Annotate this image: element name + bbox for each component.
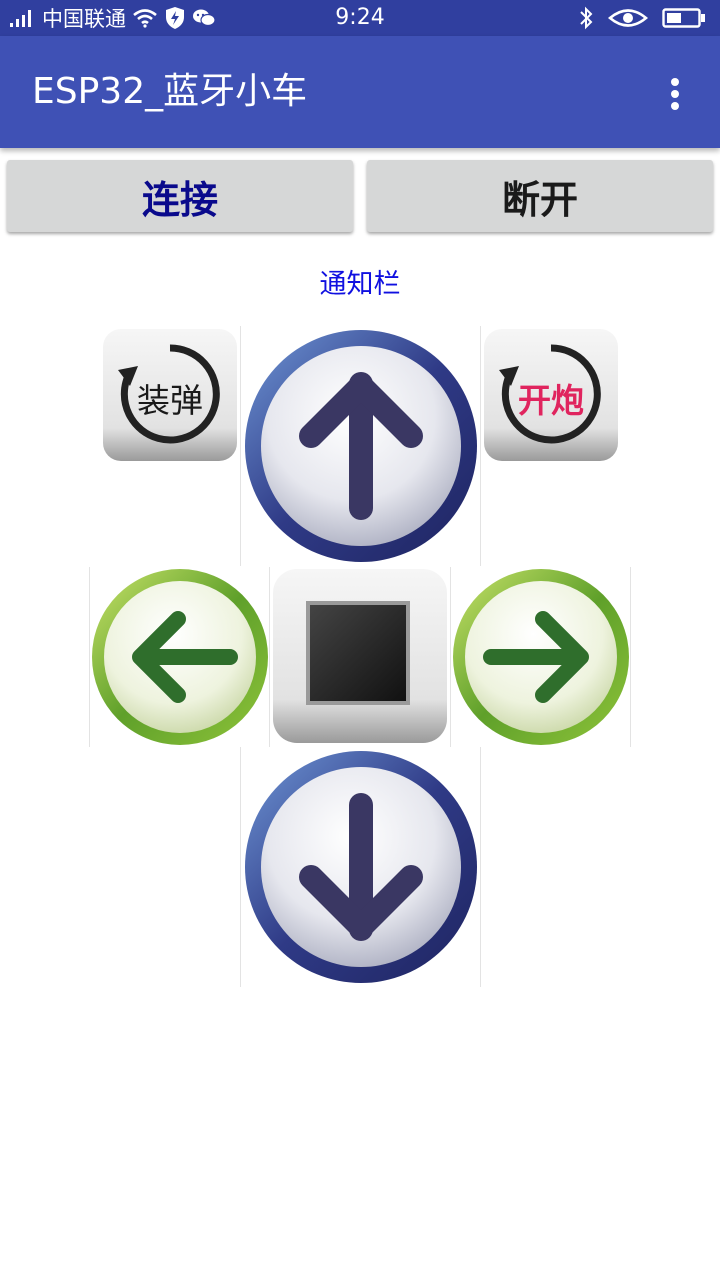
arrow-down-icon [245, 751, 477, 983]
disconnect-button[interactable]: 断开 [367, 160, 713, 232]
down-button[interactable] [240, 747, 481, 987]
load-button[interactable]: 装弹 [100, 326, 240, 466]
app-title: ESP32_蓝牙小车 [32, 71, 308, 112]
arrow-up-icon [245, 330, 477, 562]
left-button[interactable] [89, 567, 270, 747]
up-button[interactable] [240, 326, 481, 566]
bluetooth-icon [580, 6, 593, 30]
notification-bar: 通知栏 [319, 269, 401, 300]
eye-icon [608, 9, 648, 27]
fire-label: 开炮 [518, 381, 584, 420]
arrow-right-icon [453, 569, 629, 745]
app-bar: ESP32_蓝牙小车 [0, 36, 720, 148]
connect-button[interactable]: 连接 [7, 160, 353, 232]
battery-icon [662, 8, 705, 28]
fire-button[interactable]: 开炮 [481, 326, 621, 466]
load-label: 装弹 [137, 381, 203, 420]
stop-button[interactable] [270, 567, 450, 747]
overflow-menu-icon[interactable] [660, 74, 690, 114]
right-button[interactable] [450, 567, 631, 747]
stop-icon [273, 569, 447, 743]
status-right [578, 0, 706, 36]
arrow-left-icon [92, 569, 268, 745]
status-bar: 中国联通 9:24 [0, 0, 720, 36]
